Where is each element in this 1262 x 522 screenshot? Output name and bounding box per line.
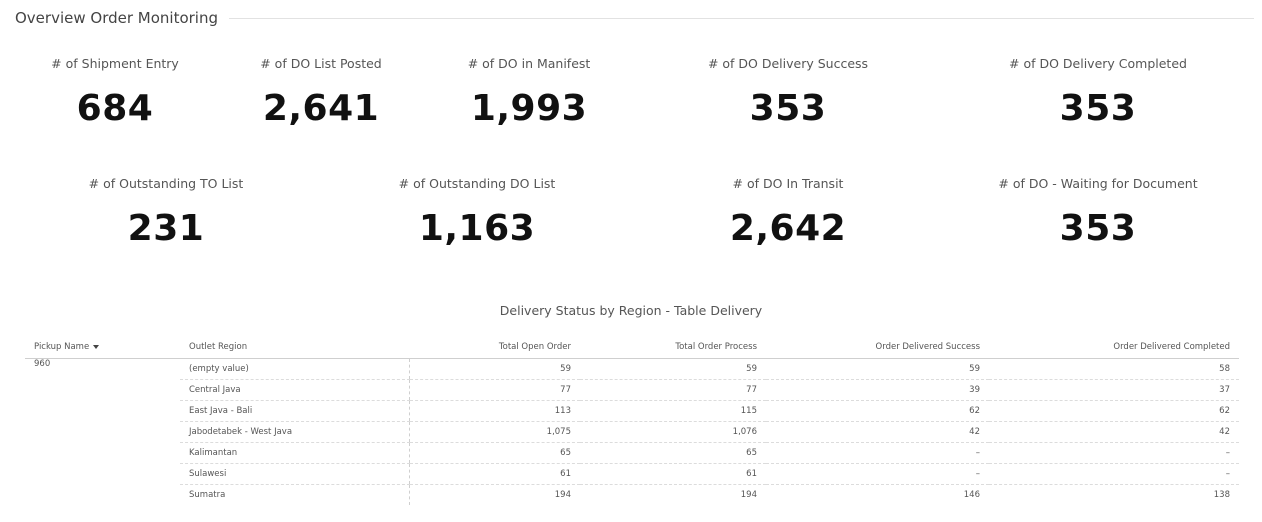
column-header-total-order-process[interactable]: Total Order Process — [580, 336, 766, 359]
order-delivered-completed-cell: 138 — [1213, 490, 1230, 500]
kpi-value: 353 — [1059, 88, 1137, 129]
kpi-label: # of Outstanding DO List — [398, 176, 556, 191]
total-order-process-cell: 61 — [580, 463, 766, 485]
total-order-process-cell: 65 — [580, 442, 766, 464]
kpi-value: 2,641 — [262, 88, 380, 129]
total-open-order-cell: 61 — [408, 463, 580, 485]
sort-descending-icon[interactable] — [93, 344, 100, 349]
kpi-label: # of DO Delivery Success — [707, 56, 869, 71]
order-delivered-success-cell: – — [766, 442, 989, 464]
order-delivered-completed-cell: 58 — [989, 358, 1239, 380]
table-header-row: Pickup Name Outlet Region Total Open Ord… — [25, 336, 1239, 359]
page-title: Overview Order Monitoring — [15, 9, 218, 27]
order-delivered-completed-cell: 62 — [989, 400, 1239, 422]
total-open-order-cell: 77 — [408, 379, 580, 401]
order-delivered-completed-cell: – — [989, 442, 1239, 464]
column-header-pickup-name[interactable]: Pickup Name — [25, 336, 180, 359]
pickup-name-cell: 960 — [34, 359, 51, 369]
kpi-do-delivery-success[interactable]: # of DO Delivery Success 353 — [698, 56, 878, 129]
total-open-order-cell: 1,075 — [408, 421, 580, 443]
total-order-process-cell: 194 — [740, 490, 757, 500]
kpi-do-in-manifest[interactable]: # of DO in Manifest 1,993 — [459, 56, 599, 129]
order-delivered-completed-cell: 42 — [989, 421, 1239, 443]
region-cell: Sumatra — [189, 490, 226, 500]
kpi-do-delivery-completed[interactable]: # of DO Delivery Completed 353 — [998, 56, 1198, 129]
order-delivered-completed-cell: – — [989, 463, 1239, 485]
column-header-order-delivered-success[interactable]: Order Delivered Success — [766, 336, 989, 359]
kpi-outstanding-do-list[interactable]: # of Outstanding DO List 1,163 — [397, 176, 557, 249]
kpi-shipment-entry[interactable]: # of Shipment Entry 684 — [45, 56, 185, 129]
region-cell: Kalimantan — [180, 442, 409, 464]
table-row[interactable]: Kalimantan 65 65 – – — [25, 442, 1239, 464]
kpi-value: 684 — [76, 88, 154, 129]
table-title: Delivery Status by Region - Table Delive… — [499, 303, 763, 318]
table-row[interactable]: Sumatra 194 194 146 138 — [25, 484, 1239, 505]
table-row[interactable]: Central Java 77 77 39 37 — [25, 379, 1239, 401]
total-open-order-cell: 194 — [408, 484, 580, 505]
region-cell: Jabodetabek - West Java — [180, 421, 409, 443]
table-row[interactable]: Jabodetabek - West Java 1,075 1,076 42 4… — [25, 421, 1239, 443]
total-order-process-cell: 1,076 — [580, 421, 766, 443]
order-delivered-success-cell: 42 — [766, 421, 989, 443]
order-delivered-completed-cell: 37 — [989, 379, 1239, 401]
table-row[interactable]: East Java - Bali 113 115 62 62 — [25, 400, 1239, 422]
kpi-do-list-posted[interactable]: # of DO List Posted 2,641 — [251, 56, 391, 129]
order-delivered-success-cell: 39 — [766, 379, 989, 401]
region-cell: Central Java — [180, 379, 409, 401]
total-order-process-cell: 115 — [580, 400, 766, 422]
total-order-process-cell: 59 — [580, 358, 766, 380]
total-open-order-cell: 113 — [408, 400, 580, 422]
kpi-value: 2,642 — [729, 208, 847, 249]
kpi-label: # of Shipment Entry — [51, 56, 179, 71]
total-open-order-cell: 59 — [408, 358, 580, 380]
section-header: Overview Order Monitoring — [0, 0, 1262, 36]
region-cell: (empty value) — [180, 358, 409, 380]
kpi-label: # of DO List Posted — [260, 56, 382, 71]
table-row[interactable]: 960 (empty value) 59 59 59 58 — [25, 358, 1239, 380]
kpi-value: 1,163 — [418, 208, 536, 249]
kpi-label: # of Outstanding TO List — [88, 176, 244, 191]
kpi-value: 1,993 — [470, 88, 588, 129]
column-header-label: Pickup Name — [34, 342, 90, 352]
kpi-label: # of DO Delivery Completed — [1009, 56, 1187, 71]
total-open-order-cell: 65 — [408, 442, 580, 464]
region-cell: East Java - Bali — [180, 400, 409, 422]
column-header-order-delivered-completed[interactable]: Order Delivered Completed — [989, 336, 1239, 359]
column-header-total-open-order[interactable]: Total Open Order — [409, 336, 580, 359]
kpi-do-in-transit[interactable]: # of DO In Transit 2,642 — [708, 176, 868, 249]
kpi-value: 353 — [1059, 208, 1137, 249]
kpi-outstanding-to-list[interactable]: # of Outstanding TO List 231 — [86, 176, 246, 249]
column-header-outlet-region[interactable]: Outlet Region — [180, 336, 409, 359]
kpi-value: 231 — [127, 208, 205, 249]
kpi-do-waiting-for-document[interactable]: # of DO - Waiting for Document 353 — [993, 176, 1203, 249]
kpi-label: # of DO - Waiting for Document — [998, 176, 1198, 191]
kpi-value: 353 — [749, 88, 827, 129]
delivery-status-table: Pickup Name Outlet Region Total Open Ord… — [25, 336, 1239, 505]
kpi-label: # of DO In Transit — [732, 176, 844, 191]
total-order-process-cell: 77 — [580, 379, 766, 401]
order-delivered-success-cell: 62 — [766, 400, 989, 422]
region-cell: Sulawesi — [180, 463, 409, 485]
order-delivered-success-cell: – — [766, 463, 989, 485]
order-delivered-success-cell: 146 — [963, 490, 980, 500]
order-delivered-success-cell: 59 — [766, 358, 989, 380]
kpi-label: # of DO in Manifest — [467, 56, 591, 71]
table-row[interactable]: Sulawesi 61 61 – – — [25, 463, 1239, 485]
section-divider — [229, 18, 1254, 19]
